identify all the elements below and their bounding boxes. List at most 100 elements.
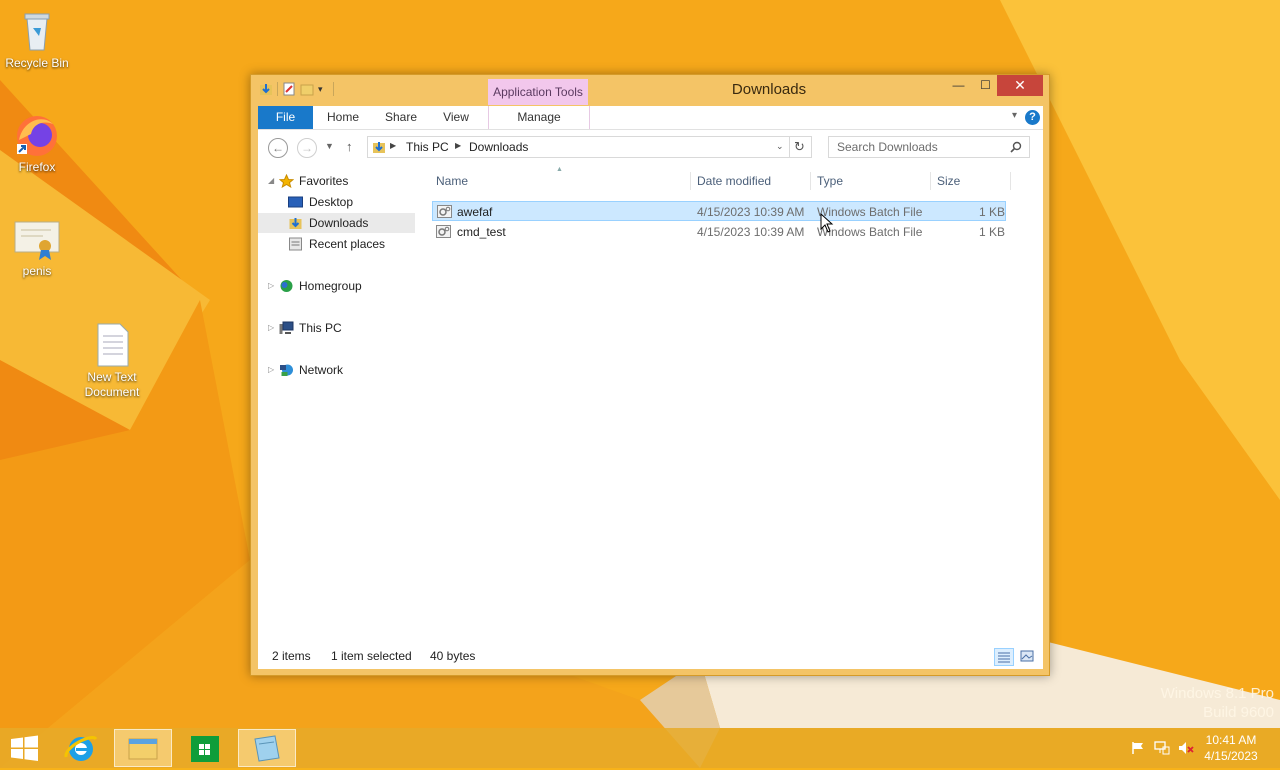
expand-ribbon-icon[interactable]: ▾ (1012, 110, 1017, 121)
column-divider[interactable] (930, 172, 931, 190)
internet-explorer-icon (64, 736, 98, 761)
collapse-favorites-icon[interactable]: ◢ (268, 176, 274, 185)
nav-desktop[interactable]: Desktop (285, 192, 415, 212)
expand-homegroup-icon[interactable]: ▷ (268, 281, 274, 290)
status-selection: 1 item selected (331, 649, 412, 663)
clock-date: 4/15/2023 (1204, 749, 1258, 763)
store-icon (191, 736, 219, 762)
customize-toolbar-icon[interactable]: ▾ (318, 84, 323, 95)
minimize-button[interactable]: — (945, 75, 972, 96)
large-icons-view-button[interactable] (1018, 648, 1038, 666)
quick-access-toolbar: ▾ (259, 82, 334, 96)
file-name: awefaf (457, 205, 493, 219)
network-icon (280, 364, 293, 376)
new-folder-icon[interactable] (300, 82, 314, 96)
column-divider[interactable] (690, 172, 691, 190)
taskbar-store[interactable] (176, 729, 234, 767)
ribbon-tabs: File Home Share View Manage ▾ ? (258, 106, 1043, 130)
status-bar: 2 items 1 item selected 40 bytes (258, 644, 1043, 668)
forward-button[interactable]: → (297, 138, 317, 158)
recent-locations-chevron-down-icon[interactable]: ▼ (325, 141, 334, 151)
properties-icon[interactable] (282, 82, 296, 96)
status-item-count: 2 items (272, 649, 311, 663)
file-size: 1 KB (979, 225, 1006, 239)
tab-view[interactable]: View (436, 106, 476, 129)
navigation-bar: ← → ▼ ↑ ▶ This PC ▶ Downloads ⌄ ↻ Search… (258, 130, 1043, 166)
start-button[interactable] (0, 729, 58, 767)
refresh-button[interactable]: ↻ (788, 136, 812, 158)
downloads-folder-icon (289, 218, 302, 229)
nav-homegroup[interactable]: Homegroup (277, 276, 415, 296)
tab-file[interactable]: File (258, 106, 313, 129)
watermark-edition: Windows 8.1 Pro (1160, 685, 1274, 702)
tab-home[interactable]: Home (320, 106, 366, 129)
column-header-name[interactable]: Name (436, 174, 468, 188)
column-divider[interactable] (1010, 172, 1011, 190)
file-list: ▲ Name Date modified Type Size awefaf 4/… (428, 166, 1043, 640)
application-tools-context-label: Application Tools (488, 79, 588, 105)
breadcrumb-chevron-icon[interactable]: ▶ (390, 141, 396, 150)
recycle-bin-icon (24, 13, 50, 51)
desktop-icon-label: Firefox (18, 160, 56, 174)
expand-network-icon[interactable]: ▷ (268, 365, 274, 374)
start-icon (11, 735, 38, 761)
desktop-icon-certificate[interactable]: penis (0, 214, 74, 279)
maximize-button[interactable]: ☐ (972, 75, 999, 96)
details-view-button[interactable] (994, 648, 1014, 666)
downloads-folder-icon (373, 142, 385, 153)
action-center-flag-icon[interactable] (1130, 741, 1146, 755)
file-explorer-icon (128, 738, 158, 760)
desktop-icon-recycle-bin[interactable]: Recycle Bin (0, 6, 74, 71)
nav-this-pc[interactable]: This PC (277, 318, 415, 338)
taskbar-internet-explorer[interactable] (52, 729, 110, 767)
search-icon[interactable] (1010, 141, 1022, 153)
breadcrumb-this-pc[interactable]: This PC (406, 140, 449, 154)
batch-file-icon (437, 205, 452, 218)
column-header-type[interactable]: Type (817, 174, 843, 188)
tab-share[interactable]: Share (378, 106, 424, 129)
taskbar-file-explorer[interactable] (114, 729, 172, 767)
address-history-chevron-down-icon[interactable]: ⌄ (776, 141, 784, 152)
text-document-icon (97, 323, 129, 367)
back-button[interactable]: ← (268, 138, 288, 158)
column-header-size[interactable]: Size (937, 174, 960, 188)
batch-file-icon (436, 225, 451, 238)
close-button[interactable]: ✕ (997, 75, 1043, 96)
notepad-icon (254, 735, 280, 762)
taskbar-notepad[interactable] (238, 729, 296, 767)
breadcrumb-downloads[interactable]: Downloads (469, 140, 528, 154)
file-name: cmd_test (457, 225, 506, 239)
status-size: 40 bytes (430, 649, 476, 663)
windows-watermark: Windows 8.1 Pro Build 9600 (1161, 684, 1274, 722)
up-button[interactable]: ↑ (346, 139, 353, 154)
title-bar[interactable]: ▾ Application Tools Downloads — ☐ ✕ (251, 75, 1049, 105)
nav-favorites[interactable]: Favorites (277, 171, 415, 191)
expand-this-pc-icon[interactable]: ▷ (268, 323, 274, 332)
volume-muted-icon[interactable] (1178, 741, 1194, 755)
system-clock[interactable]: 10:41 AM 4/15/2023 (1196, 732, 1266, 764)
column-header-date-modified[interactable]: Date modified (697, 174, 771, 188)
homegroup-icon (280, 280, 293, 292)
search-input[interactable]: Search Downloads (828, 136, 1030, 158)
window-title: Downloads (731, 81, 807, 98)
folder-down-icon[interactable] (259, 82, 273, 96)
watermark-build: Build 9600 (1203, 704, 1274, 721)
desktop-icon-firefox[interactable]: Firefox (0, 110, 74, 175)
network-status-icon[interactable] (1154, 741, 1170, 755)
nav-recent-places[interactable]: Recent places (285, 234, 415, 254)
file-row-cmd-test[interactable]: cmd_test 4/15/2023 10:39 AM Windows Batc… (432, 222, 1006, 242)
column-divider[interactable] (810, 172, 811, 190)
file-row-awefaf[interactable]: awefaf 4/15/2023 10:39 AM Windows Batch … (432, 201, 1006, 221)
tab-manage[interactable]: Manage (488, 106, 590, 129)
computer-icon (279, 321, 294, 334)
desktop-icon-label: Recycle Bin (5, 56, 69, 70)
nav-network[interactable]: Network (277, 360, 415, 380)
breadcrumb-chevron-icon[interactable]: ▶ (455, 141, 461, 150)
address-bar[interactable]: ▶ This PC ▶ Downloads ⌄ (367, 136, 790, 158)
nav-downloads[interactable]: Downloads (258, 213, 415, 233)
file-date-modified: 4/15/2023 10:39 AM (697, 225, 805, 239)
help-icon[interactable]: ? (1025, 110, 1040, 125)
recent-places-icon (289, 237, 302, 251)
desktop-icon-label: New Text Document (84, 370, 140, 399)
desktop-icon-new-text-document[interactable]: New Text Document (75, 320, 149, 400)
